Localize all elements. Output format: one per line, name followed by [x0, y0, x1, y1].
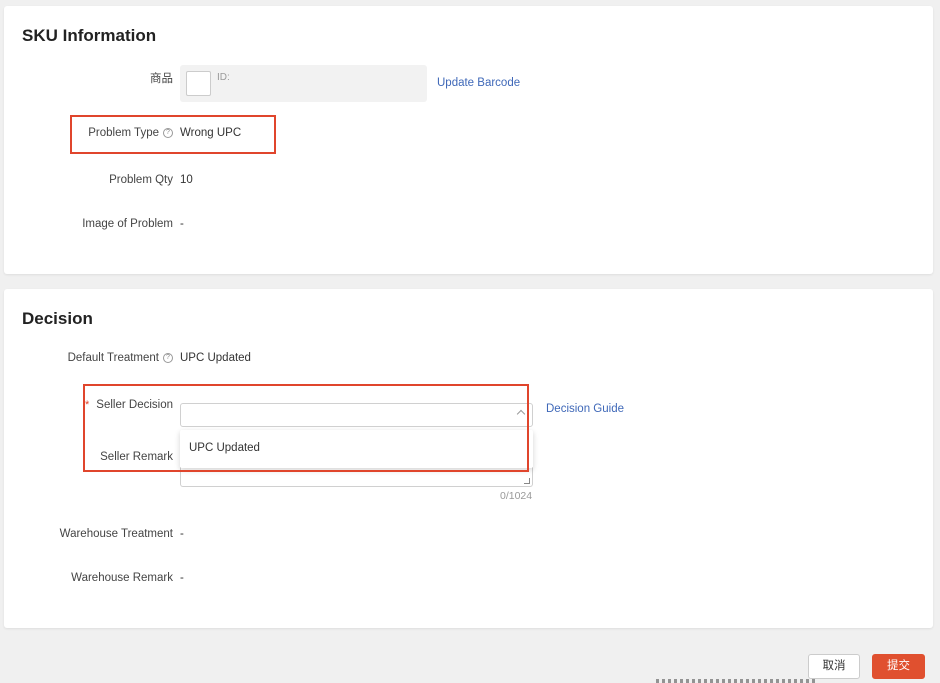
warehouse-remark-value: -: [180, 572, 184, 584]
dropdown-option-upc-updated[interactable]: UPC Updated: [189, 442, 260, 454]
seller-remark-label: Seller Remark: [100, 451, 173, 463]
warehouse-treatment-value: -: [180, 528, 184, 540]
problem-qty-value: 10: [180, 174, 193, 186]
product-thumbnail: [186, 71, 211, 96]
default-treatment-row: Default Treatment ? UPC Updated: [4, 352, 933, 372]
problem-qty-row: Problem Qty 10: [4, 174, 933, 194]
image-of-problem-label: Image of Problem: [82, 218, 173, 230]
seller-decision-label: * Seller Decision: [85, 399, 173, 411]
product-label: 商品: [150, 73, 173, 85]
chevron-up-icon: [516, 409, 526, 419]
problem-type-label: Problem Type ?: [88, 127, 173, 139]
submit-button[interactable]: 提交: [872, 654, 925, 679]
cropped-text-fragment: [656, 679, 818, 683]
resize-handle-icon[interactable]: [524, 478, 530, 484]
decision-guide-link[interactable]: Decision Guide: [546, 403, 624, 415]
help-icon[interactable]: ?: [163, 128, 173, 138]
seller-remark-textarea[interactable]: [180, 467, 533, 487]
seller-decision-dropdown: UPC Updated: [180, 430, 533, 468]
default-treatment-label: Default Treatment ?: [68, 352, 173, 364]
decision-section-title: Decision: [22, 309, 93, 328]
problem-type-value: Wrong UPC: [180, 127, 242, 139]
help-icon[interactable]: ?: [163, 353, 173, 363]
warehouse-treatment-row: Warehouse Treatment -: [4, 528, 933, 548]
decision-card: Decision Default Treatment ? UPC Updated…: [4, 289, 933, 628]
problem-qty-label: Problem Qty: [109, 174, 173, 186]
seller-remark-counter: 0/1024: [500, 490, 533, 502]
default-treatment-label-text: Default Treatment: [67, 352, 159, 364]
problem-type-label-text: Problem Type: [88, 127, 159, 139]
sku-section-title: SKU Information: [22, 26, 157, 45]
warehouse-remark-label: Warehouse Remark: [71, 572, 173, 584]
image-of-problem-value: -: [180, 218, 184, 230]
problem-type-row: Problem Type ? Wrong UPC: [4, 127, 933, 147]
image-of-problem-row: Image of Problem -: [4, 218, 933, 238]
default-treatment-value: UPC Updated: [180, 352, 251, 364]
required-asterisk: *: [85, 399, 90, 411]
seller-decision-label-text: Seller Decision: [96, 399, 173, 411]
sku-information-card: SKU Information 商品 ID: Update Barcode Pr…: [4, 6, 933, 274]
product-id-label: ID:: [217, 72, 230, 83]
update-barcode-link[interactable]: Update Barcode: [437, 77, 520, 89]
product-card: ID:: [180, 65, 427, 102]
warehouse-treatment-label: Warehouse Treatment: [59, 528, 173, 540]
seller-decision-select[interactable]: [180, 403, 533, 427]
cancel-button[interactable]: 取消: [808, 654, 860, 679]
warehouse-remark-row: Warehouse Remark -: [4, 572, 933, 592]
